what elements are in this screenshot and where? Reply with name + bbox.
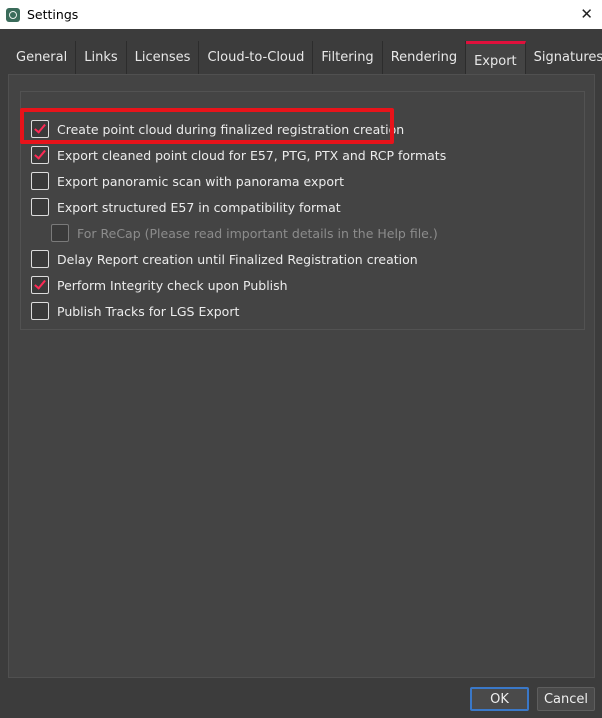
title-bar: Settings ✕ xyxy=(0,0,602,29)
cancel-button[interactable]: Cancel xyxy=(537,687,595,711)
tab-general[interactable]: General xyxy=(8,41,77,74)
tab-signatures[interactable]: Signatures xyxy=(525,41,602,74)
option-label: Export structured E57 in compatibility f… xyxy=(57,199,341,215)
option-label: Publish Tracks for LGS Export xyxy=(57,303,240,319)
export-tab-panel: Create point cloud during finalized regi… xyxy=(8,74,595,678)
option-integrity-check[interactable]: Perform Integrity check upon Publish xyxy=(31,275,288,295)
check-icon xyxy=(34,147,46,160)
close-icon[interactable]: ✕ xyxy=(580,5,593,23)
option-label: Export cleaned point cloud for E57, PTG,… xyxy=(57,147,447,163)
tab-bar: General Links Licenses Cloud-to-Cloud Fi… xyxy=(8,41,602,76)
tab-filtering[interactable]: Filtering xyxy=(313,41,383,74)
tab-cloud-to-cloud[interactable]: Cloud-to-Cloud xyxy=(199,41,314,74)
option-export-cleaned-point-cloud[interactable]: Export cleaned point cloud for E57, PTG,… xyxy=(31,145,446,165)
option-delay-report[interactable]: Delay Report creation until Finalized Re… xyxy=(31,249,418,269)
option-for-recap: For ReCap (Please read important details… xyxy=(51,223,438,243)
checkbox[interactable] xyxy=(31,250,49,268)
checkbox[interactable] xyxy=(31,172,49,190)
option-export-panoramic-scan[interactable]: Export panoramic scan with panorama expo… xyxy=(31,171,344,191)
checkbox[interactable] xyxy=(31,198,49,216)
checkbox[interactable] xyxy=(31,302,49,320)
tab-rendering[interactable]: Rendering xyxy=(382,41,467,74)
checkbox[interactable] xyxy=(31,120,49,138)
option-label: Export panoramic scan with panorama expo… xyxy=(57,173,345,189)
option-label: For ReCap (Please read important details… xyxy=(77,225,438,241)
check-icon xyxy=(34,277,46,290)
option-label: Delay Report creation until Finalized Re… xyxy=(57,251,418,267)
ok-button[interactable]: OK xyxy=(470,687,529,711)
tab-export[interactable]: Export xyxy=(466,41,526,76)
option-label: Create point cloud during finalized regi… xyxy=(57,121,405,137)
option-publish-tracks[interactable]: Publish Tracks for LGS Export xyxy=(31,301,239,321)
export-options-group: Create point cloud during finalized regi… xyxy=(20,91,585,330)
option-label: Perform Integrity check upon Publish xyxy=(57,277,288,293)
checkbox xyxy=(51,224,69,242)
option-export-structured-e57[interactable]: Export structured E57 in compatibility f… xyxy=(31,197,341,217)
check-icon xyxy=(34,121,46,134)
window-title: Settings xyxy=(27,7,79,22)
tab-links[interactable]: Links xyxy=(76,41,127,74)
tab-licenses[interactable]: Licenses xyxy=(126,41,200,74)
option-create-point-cloud[interactable]: Create point cloud during finalized regi… xyxy=(31,119,404,139)
checkbox[interactable] xyxy=(31,276,49,294)
checkbox[interactable] xyxy=(31,146,49,164)
app-icon xyxy=(6,7,20,22)
